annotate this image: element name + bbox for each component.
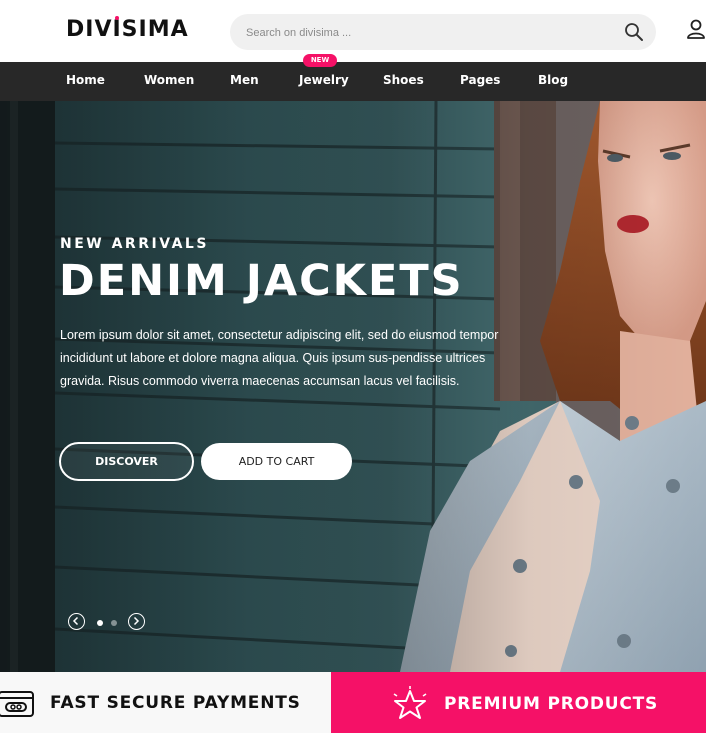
wallet-icon bbox=[0, 691, 34, 717]
star-icon bbox=[393, 686, 427, 719]
main-nav: Home Women Men Jewelry Shoes Pages Blog bbox=[0, 62, 706, 101]
feature-label: FAST SECURE PAYMENTS bbox=[50, 693, 301, 713]
nav-item-jewelry[interactable]: Jewelry bbox=[299, 73, 349, 87]
nav-item-men[interactable]: Men bbox=[230, 73, 259, 87]
chevron-right-icon bbox=[133, 616, 140, 626]
slider-prev-button[interactable] bbox=[68, 613, 85, 630]
hero-slider: NEW ARRIVALS DENIM JACKETS Lorem ipsum d… bbox=[0, 101, 706, 672]
slider-next-button[interactable] bbox=[128, 613, 145, 630]
nav-item-home[interactable]: Home bbox=[66, 73, 105, 87]
hero-eyebrow: NEW ARRIVALS bbox=[60, 236, 209, 252]
chevron-left-icon bbox=[72, 616, 79, 626]
nav-item-pages[interactable]: Pages bbox=[460, 73, 500, 87]
slider-dot-2[interactable] bbox=[111, 620, 117, 626]
nav-item-shoes[interactable]: Shoes bbox=[383, 73, 424, 87]
feature-premium-products: PREMIUM PRODUCTS bbox=[331, 672, 706, 733]
site-header: DIVI SIMA bbox=[0, 0, 706, 62]
feature-fast-payments: FAST SECURE PAYMENTS bbox=[0, 672, 331, 733]
new-badge: NEW bbox=[303, 54, 337, 67]
nav-item-blog[interactable]: Blog bbox=[538, 73, 568, 87]
search-bar[interactable] bbox=[230, 14, 656, 50]
nav-item-women[interactable]: Women bbox=[144, 73, 194, 87]
add-to-cart-button[interactable]: ADD TO CART bbox=[201, 443, 352, 480]
logo[interactable]: DIVI SIMA bbox=[66, 16, 189, 42]
discover-button[interactable]: DISCOVER bbox=[59, 442, 194, 481]
search-input[interactable] bbox=[244, 23, 608, 43]
user-icon[interactable] bbox=[686, 18, 706, 40]
slider-dot-1[interactable] bbox=[97, 620, 103, 626]
hero-description: Lorem ipsum dolor sit amet, consectetur … bbox=[60, 328, 499, 388]
feature-label: PREMIUM PRODUCTS bbox=[444, 694, 659, 714]
search-icon[interactable] bbox=[624, 22, 644, 42]
hero-title: DENIM JACKETS bbox=[59, 256, 464, 306]
